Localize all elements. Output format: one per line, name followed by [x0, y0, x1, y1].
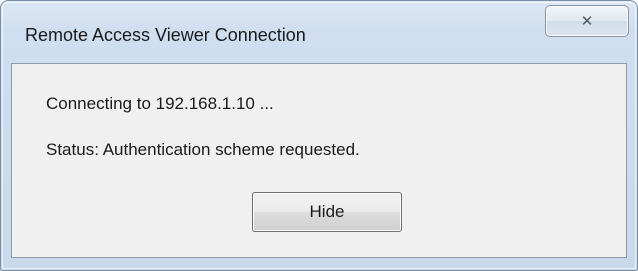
close-button[interactable]: ✕	[545, 5, 629, 37]
window-title: Remote Access Viewer Connection	[25, 25, 306, 45]
connecting-message: Connecting to 192.168.1.10 ...	[46, 94, 274, 113]
close-icon: ✕	[580, 12, 594, 30]
status-message: Status: Authentication scheme requested.	[46, 140, 360, 159]
hide-button[interactable]: Hide	[252, 192, 402, 232]
dialog-content: Connecting to 192.168.1.10 ... Status: A…	[11, 63, 627, 258]
dialog-window: Remote Access Viewer Connection ✕ Connec…	[0, 0, 638, 271]
